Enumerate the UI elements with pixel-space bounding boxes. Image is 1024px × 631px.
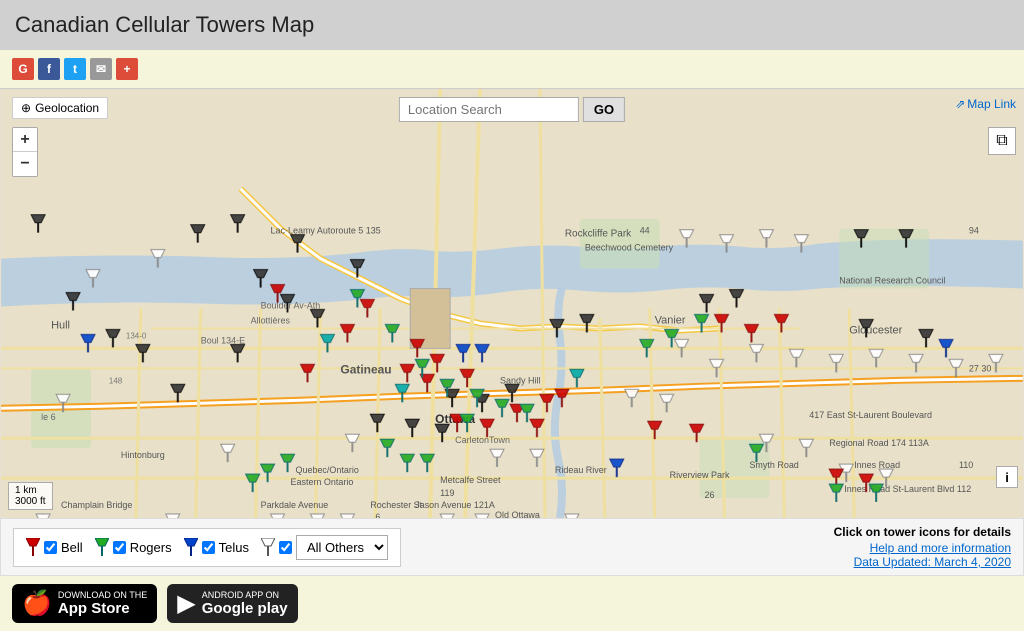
svg-text:Smyth Road: Smyth Road [749, 460, 798, 470]
svg-text:27 30: 27 30 [969, 363, 991, 373]
zoom-controls: + − [12, 127, 38, 177]
search-input[interactable] [399, 97, 579, 122]
bell-tower-icon [26, 538, 40, 556]
svg-text:National Research Council: National Research Council [839, 276, 945, 286]
svg-text:Boulder Av-Ath: Boulder Av-Ath [261, 300, 321, 310]
rogers-label: Rogers [130, 540, 172, 555]
others-tower-icon [261, 538, 275, 556]
svg-text:Hintonburg: Hintonburg [121, 450, 165, 460]
svg-text:6: 6 [375, 512, 380, 518]
others-checkbox[interactable] [279, 541, 292, 554]
others-filter: All Others Freedom Videotron SaskTel Eas… [261, 535, 388, 560]
svg-text:Parkdale Avenue: Parkdale Avenue [261, 500, 329, 510]
svg-text:Boul 134-E: Boul 134-E [201, 335, 245, 345]
more-share-button[interactable]: + [116, 58, 138, 80]
facebook-share-button[interactable]: f [38, 58, 60, 80]
google-share-button[interactable]: G [12, 58, 34, 80]
map-link[interactable]: ⇗ Map Link [955, 97, 1016, 111]
telus-label: Telus [219, 540, 249, 555]
twitter-share-button[interactable]: t [64, 58, 86, 80]
svg-text:Sandy Hill: Sandy Hill [500, 375, 540, 385]
google-play-name: Google play [202, 600, 288, 617]
svg-text:Metcalfe Street: Metcalfe Street [440, 475, 501, 485]
layers-button[interactable]: ⧉ [988, 127, 1016, 155]
bell-label: Bell [61, 540, 83, 555]
svg-text:148: 148 [109, 376, 123, 385]
search-bar: GO [399, 97, 625, 122]
svg-text:94: 94 [969, 226, 979, 236]
svg-text:Champlain Bridge: Champlain Bridge [61, 500, 132, 510]
svg-text:Rideau River: Rideau River [555, 465, 607, 475]
google-play-badge[interactable]: ▶ ANDROID APP ON Google play [167, 584, 297, 623]
svg-text:Lac-Leamy Autoroute 5 135: Lac-Leamy Autoroute 5 135 [271, 226, 381, 236]
svg-text:Gloucester: Gloucester [849, 324, 902, 336]
bottom-bar: 🍎 Download on the App Store ▶ ANDROID AP… [0, 576, 1024, 631]
android-icon: ▶ [177, 589, 195, 618]
svg-text:110: 110 [959, 460, 973, 470]
svg-text:Regional Road 174 113A: Regional Road 174 113A [829, 438, 929, 448]
android-sub: ANDROID APP ON [202, 590, 288, 600]
scale-km: 1 km [15, 485, 46, 496]
apple-icon: 🍎 [22, 589, 52, 618]
rogers-filter: Rogers [95, 538, 172, 556]
carrier-filters: Bell Rogers Telus [13, 528, 401, 567]
svg-text:Jason Avenue 121A: Jason Avenue 121A [415, 500, 495, 510]
map-container[interactable]: Hull Gatineau Ottawa Vanier Gloucester R… [0, 88, 1024, 518]
google-play-text: ANDROID APP ON Google play [202, 590, 288, 617]
svg-text:Riverview Park: Riverview Park [670, 470, 730, 480]
zoom-out-button[interactable]: − [13, 152, 37, 176]
svg-text:417 East St-Laurent Boulevard: 417 East St-Laurent Boulevard [809, 410, 932, 420]
info-button[interactable]: i [996, 466, 1018, 488]
filter-info: Click on tower icons for details Help an… [834, 525, 1011, 569]
others-select[interactable]: All Others Freedom Videotron SaskTel Eas… [296, 535, 388, 560]
svg-text:134-0: 134-0 [126, 331, 147, 340]
layers-icon: ⧉ [996, 132, 1007, 150]
svg-text:CarletonTown: CarletonTown [455, 435, 510, 445]
app-store-name: App Store [58, 600, 147, 617]
crosshair-icon: ⊕ [21, 101, 31, 115]
svg-text:Eastern Ontario: Eastern Ontario [291, 477, 354, 487]
bell-checkbox[interactable] [44, 541, 57, 554]
svg-text:Beechwood Cemetery: Beechwood Cemetery [585, 243, 674, 253]
rogers-tower-icon [95, 538, 109, 556]
telus-tower-icon [184, 538, 198, 556]
svg-text:Innes Road: Innes Road [854, 460, 900, 470]
rogers-checkbox[interactable] [113, 541, 126, 554]
app-store-text: Download on the App Store [58, 590, 147, 617]
go-button[interactable]: GO [583, 97, 625, 122]
map-top-controls: ⊕ Geolocation [12, 97, 108, 119]
geolocation-button[interactable]: ⊕ Geolocation [12, 97, 108, 119]
svg-text:Rockcliffe Park: Rockcliffe Park [565, 229, 631, 240]
svg-text:Hull: Hull [51, 319, 70, 331]
telus-filter: Telus [184, 538, 249, 556]
filter-bar: Bell Rogers Telus [0, 518, 1024, 576]
svg-text:Vanier: Vanier [655, 314, 686, 326]
zoom-in-button[interactable]: + [13, 128, 37, 152]
svg-text:Quebec/Ontario: Quebec/Ontario [296, 465, 359, 475]
svg-text:26: 26 [705, 490, 715, 500]
arrow-icon: ⇗ [955, 97, 965, 111]
scale-ft: 3000 ft [15, 496, 46, 507]
bell-filter: Bell [26, 538, 83, 556]
social-bar: G f t ✉ + [0, 50, 1024, 88]
telus-checkbox[interactable] [202, 541, 215, 554]
svg-text:Allottières: Allottières [251, 315, 291, 325]
svg-text:le 6: le 6 [41, 412, 55, 422]
help-link[interactable]: Help and more information [834, 541, 1011, 555]
email-share-button[interactable]: ✉ [90, 58, 112, 80]
app-store-badge[interactable]: 🍎 Download on the App Store [12, 584, 157, 623]
app-store-sub: Download on the [58, 590, 147, 600]
click-info-text: Click on tower icons for details [834, 525, 1011, 539]
svg-text:Old Ottawa: Old Ottawa [495, 510, 540, 518]
svg-text:Gatineau: Gatineau [340, 362, 391, 376]
data-updated-link[interactable]: Data Updated: March 4, 2020 [834, 555, 1011, 569]
svg-text:Ottawa: Ottawa [435, 412, 475, 426]
scale-bar: 1 km 3000 ft [8, 482, 53, 510]
page-title: Canadian Cellular Towers Map [0, 0, 1024, 50]
svg-text:119: 119 [440, 488, 454, 498]
svg-text:44: 44 [640, 226, 650, 236]
svg-text:Innes Road St-Laurent Blvd 112: Innes Road St-Laurent Blvd 112 [844, 484, 971, 494]
